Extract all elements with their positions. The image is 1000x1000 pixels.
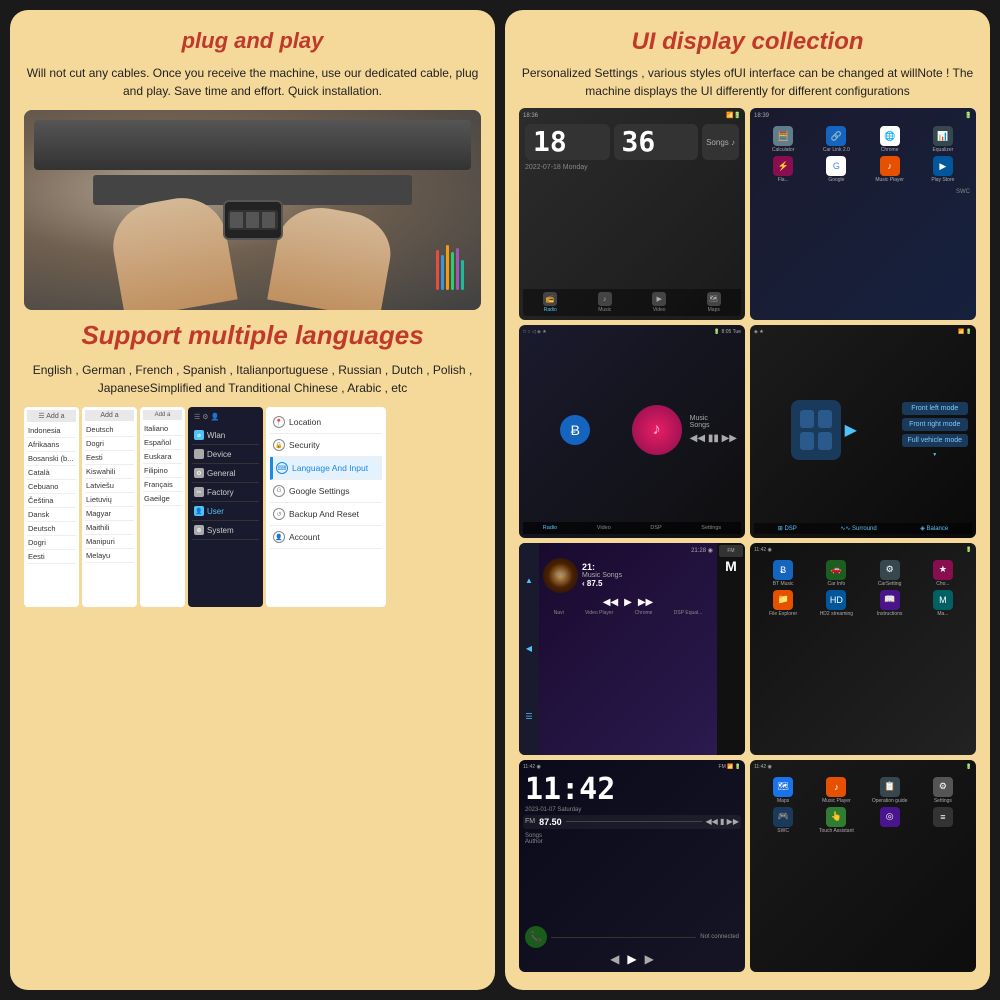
surround-tab[interactable]: ∿∿ Surround [840,525,876,532]
app-opguide[interactable]: 📋 Operation guide [865,777,915,804]
app-extra2[interactable]: ≡ [918,807,968,834]
app-cho[interactable]: ★ Cho... [918,560,968,587]
tab-radio-3[interactable]: Radio [543,525,557,531]
lang-col-1: ☰ Add a Indonesia Afrikaans Bosanski (b.… [24,407,79,607]
dsp-full-vehicle[interactable]: Full vehicle mode [902,434,968,447]
plug-play-desc: Will not cut any cables. Once you receiv… [24,64,481,100]
plug-play-title: plug and play [24,28,481,54]
cell-topbar-6: 11:42 ◉🔋 [754,547,972,553]
nav-video[interactable]: ▶Video [652,292,666,313]
nav-radio[interactable]: 📻Radio [543,292,557,313]
dsp-buttons: Front left mode Front right mode Full ve… [898,338,972,522]
app-ma[interactable]: M Ma... [918,590,968,617]
bottom-tabs-3: Radio Video DSP Settings [523,522,741,534]
app-fla[interactable]: ⚡ Fla... [758,156,808,183]
app-carsetting[interactable]: ⚙ CarSetting [865,560,915,587]
app-maps[interactable]: 🗺 Maps [758,777,808,804]
bluetooth-icon: Ƀ [560,415,590,445]
nav-maps[interactable]: 🗺Maps [707,292,721,313]
menu-system[interactable]: ⊕ System [192,521,259,540]
cell-topbar-7: 11:42 ◉FM 📶 🔋 [523,764,741,770]
play-btn-5[interactable]: ▶ [624,597,632,608]
submenu-account[interactable]: 👤 Account [270,526,382,549]
ui-cell-clock2: 11:42 ◉FM 📶 🔋 11:42 2023-01-07 Saturday … [519,760,745,972]
submenu-location[interactable]: 📍 Location [270,411,382,434]
dsp-front-right[interactable]: Front right mode [902,418,968,431]
menu-device[interactable]: Device [192,445,259,464]
balance-tab[interactable]: ◈ Balance [920,525,948,532]
app-swc[interactable]: 🎮 SWC [758,807,808,834]
menu-factory[interactable]: ✂ Factory [192,483,259,502]
nav-icon-2[interactable]: ◀ [526,644,532,653]
ui-cell-clock: 18:36📶🔋 18 36 Songs ♪ 2022-07-18 M [519,108,745,320]
left-panel: plug and play Will not cut any cables. O… [10,10,495,990]
dsp-tab[interactable]: ⊞ DSP [778,525,797,532]
submenu-language-input[interactable]: ⌨ Language And Input [270,457,382,480]
app-google[interactable]: G Google [811,156,861,183]
right-panel: UI display collection Personalized Setti… [505,10,990,990]
lang-col-2: Add a Deutsch Dogri Eesti Kiswahili Latv… [82,407,137,607]
ui-cell-bluetooth: □ ○ ◁ ◈ ★🔋 8:05 Tue Ƀ ♪ Music Songs ◀◀ ▮… [519,325,745,537]
lang-title: Support multiple languages [24,320,481,351]
nav-icon-1[interactable]: ▲ [525,576,533,585]
lang-col-3: Add a Italiano Español Euskara Filipino … [140,407,185,607]
app-musicplayer[interactable]: ♪ Music Player [865,156,915,183]
menu-general[interactable]: ⚙ General [192,464,259,483]
ui-grid: 18:36📶🔋 18 36 Songs ♪ 2022-07-18 M [519,108,976,972]
next-btn-5[interactable]: ▶▶ [638,597,653,608]
app-settings2[interactable]: ⚙ Settings [918,777,968,804]
menu-user[interactable]: 👤 User [192,502,259,521]
app-btmusic[interactable]: Ƀ BT Music [758,560,808,587]
install-photo [24,110,481,310]
ui-cell-apps2: 11:42 ◉🔋 Ƀ BT Music 🚗 Car Info ⚙ [750,543,976,755]
prev-btn-7[interactable]: ◀ [610,952,619,966]
settings-submenu: 📍 Location 🔒 Security ⌨ Language And Inp… [266,407,386,607]
play-btn-7[interactable]: ▶ [627,952,636,966]
ui-cell-apps3: 11:42 ◉🔋 🗺 Maps ♪ Music Player 📋 [750,760,976,972]
tab-dsp-3[interactable]: DSP [650,525,661,531]
cell-topbar-1: 18:36📶🔋 [523,112,741,119]
app-extra1[interactable]: ◎ [865,807,915,834]
submenu-google[interactable]: G Google Settings [270,480,382,503]
app-touchassist[interactable]: 👆 Touch Assistant [811,807,861,834]
app-chrome[interactable]: 🌐 Chrome [865,126,915,153]
ui-collection-desc: Personalized Settings , various styles o… [519,64,976,100]
tab-dsp-5[interactable]: DSP Equal... [674,610,703,616]
bottom-nav-1: 📻Radio ♪Music ▶Video 🗺Maps [523,289,741,316]
app-hd2[interactable]: HD HD2 streaming [811,590,861,617]
next-btn-7[interactable]: ▶ [645,952,654,966]
cell-topbar-8: 11:42 ◉🔋 [754,764,972,770]
app-carinfo[interactable]: 🚗 Car Info [811,560,861,587]
ui-cell-dsp: ◈ ★📶 🔋 [750,325,976,537]
app-musicplayer2[interactable]: ♪ Music Player [811,777,861,804]
app-fileexplorer[interactable]: 📁 File Explorer [758,590,808,617]
submenu-backup[interactable]: ↺ Backup And Reset [270,503,382,526]
cell-topbar-2: 18:39🔋 [754,112,972,119]
ui-collection-title: UI display collection [519,28,976,56]
ui-cell-music: ▲ ◀ ☰ 21:28 ◉ Navi 21: [519,543,745,755]
tab-video-3[interactable]: Video [597,525,611,531]
settings-mockup: ☰ Add a Indonesia Afrikaans Bosanski (b.… [24,407,481,607]
nav-icon-3[interactable]: ☰ [525,712,532,721]
submenu-security[interactable]: 🔒 Security [270,434,382,457]
ui-cell-apps: 18:39🔋 🧮 Calculator 🔗 Car Link 2.0 🌐 [750,108,976,320]
cell-topbar-4: ◈ ★📶 🔋 [754,329,972,335]
tab-settings-3[interactable]: Settings [701,525,721,531]
lang-desc: English , German , French , Spanish , It… [24,361,481,397]
dsp-front-left[interactable]: Front left mode [902,402,968,415]
app-calculator[interactable]: 🧮 Calculator [758,126,808,153]
cell-topbar-3: □ ○ ◁ ◈ ★🔋 8:05 Tue [523,329,741,335]
tab-video-5[interactable]: Video Player [585,610,613,616]
settings-menu: ☰ ⚙ 👤 ⌀ Wlan Device ⚙ General ✂ Factory [188,407,263,607]
tab-chrome[interactable]: Chrome [635,610,653,616]
prev-btn-5[interactable]: ◀◀ [603,597,618,608]
app-equalizer[interactable]: 📊 Equalizer [918,126,968,153]
app-instructions[interactable]: 📖 Instructions [865,590,915,617]
tab-navi[interactable]: Navi [554,610,564,616]
app-playstore[interactable]: ▶ Play Store [918,156,968,183]
menu-wlan[interactable]: ⌀ Wlan [192,426,259,445]
app-carlink[interactable]: 🔗 Car Link 2.0 [811,126,861,153]
nav-music[interactable]: ♪Music [598,292,612,313]
